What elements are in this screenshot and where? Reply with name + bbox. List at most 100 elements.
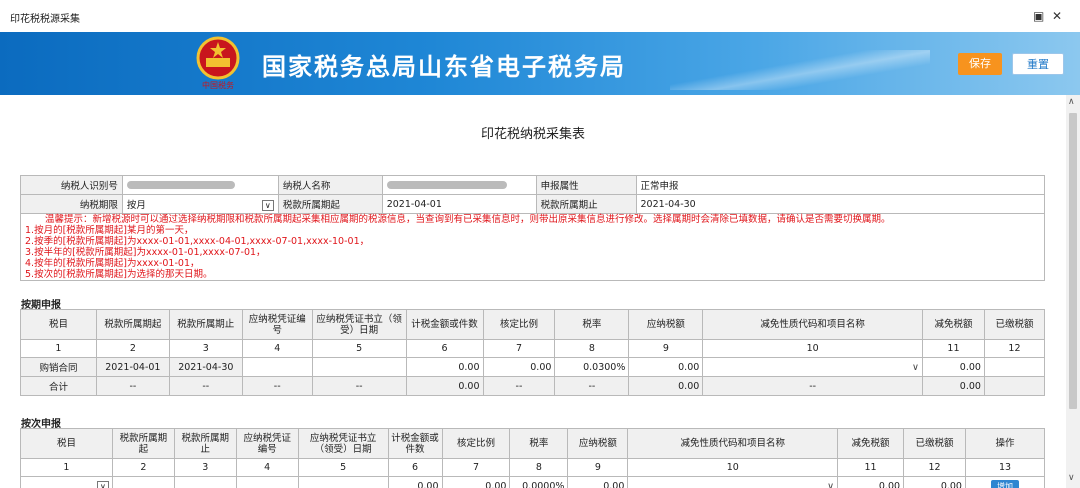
form-title: 印花税纳税采集表 xyxy=(480,127,585,142)
col-number: 4 xyxy=(235,458,299,477)
dash-cell: -- xyxy=(482,376,556,396)
period-label: 纳税期限 xyxy=(20,194,123,214)
taxpayer-name-value xyxy=(381,175,537,195)
dash-cell: -- xyxy=(702,376,923,396)
reset-button[interactable]: 重置 xyxy=(1012,53,1064,75)
col-number: 12 xyxy=(903,458,966,477)
total-relief: 0.00 xyxy=(922,376,985,396)
col-header: 应纳税凭证编号 xyxy=(235,428,299,459)
ratio-input[interactable]: 0.00 xyxy=(441,476,511,488)
item-select[interactable]: ∨ xyxy=(20,476,113,488)
chevron-down-icon[interactable]: ∨ xyxy=(96,480,109,488)
col-number: 13 xyxy=(964,458,1046,477)
voucher-number-input[interactable] xyxy=(235,476,299,488)
col-number: 7 xyxy=(441,458,511,477)
start-label: 税款所属期起 xyxy=(277,194,383,214)
scroll-down-icon[interactable]: ∨ xyxy=(1068,473,1075,483)
close-icon[interactable]: ✕ xyxy=(1052,9,1062,23)
periodic-header-row: 税目 税款所属期起 税款所属期止 应纳税凭证编号 应纳税凭证书立（领受）日期 计… xyxy=(20,309,1046,340)
start-date-input[interactable] xyxy=(111,476,175,488)
great-wall-decoration xyxy=(670,50,930,90)
col-header: 税目 xyxy=(20,428,113,459)
notice-line: 5.按次的[税款所属期起]为选择的那天日期。 xyxy=(25,269,213,280)
col-header: 计税金额或件数 xyxy=(387,428,443,459)
form-content: 印花税纳税采集表 纳税人识别号 纳税人名称 申报属性 正常申报 纳税期限 按月 ∨… xyxy=(0,95,1066,488)
col-header: 减免性质代码和项目名称 xyxy=(627,428,839,459)
relief-code-select[interactable]: ∨ xyxy=(627,476,839,488)
window-titlebar: 印花税税源采集 ▣ ✕ xyxy=(0,0,1080,32)
col-header: 税款所属期起 xyxy=(111,428,175,459)
total-tax: 0.00 xyxy=(628,376,704,396)
relief-code-select[interactable]: ∨ xyxy=(702,357,923,377)
col-number: 1 xyxy=(20,458,113,477)
col-header: 已缴税额 xyxy=(903,428,966,459)
paid-amount-input[interactable] xyxy=(983,357,1046,377)
period-select-value: 按月 xyxy=(126,200,146,211)
col-header: 税率 xyxy=(509,428,569,459)
taxpayer-info-table: 纳税人识别号 纳税人名称 申报属性 正常申报 纳税期限 按月 ∨ 税款所属期起 2… xyxy=(20,175,1046,281)
chevron-down-icon[interactable]: ∨ xyxy=(912,362,919,373)
vertical-scrollbar[interactable]: ∧ ∨ xyxy=(1066,95,1080,488)
rate-cell: 0.0300% xyxy=(554,357,630,377)
col-number: 11 xyxy=(837,458,905,477)
save-button[interactable]: 保存 xyxy=(958,53,1002,75)
notice-line: 2.按季的[税款所属期起]为xxxx-01-01,xxxx-04-01,xxxx… xyxy=(25,236,370,247)
col-number: 2 xyxy=(95,339,170,358)
taxpayer-name-label: 纳税人名称 xyxy=(277,175,383,195)
col-header: 税目 xyxy=(20,309,97,340)
voucher-number-input[interactable] xyxy=(241,357,313,377)
col-number: 10 xyxy=(627,458,839,477)
col-header: 已缴税额 xyxy=(983,309,1046,340)
table-row: 购销合同 2021-04-01 2021-04-30 0.00 0.00 0.0… xyxy=(20,357,1046,377)
col-number: 10 xyxy=(702,339,923,358)
col-number: 6 xyxy=(405,339,484,358)
col-header: 计税金额或件数 xyxy=(405,309,484,340)
relief-amount-input[interactable]: 0.00 xyxy=(837,476,905,488)
scroll-up-icon[interactable]: ∧ xyxy=(1068,97,1075,107)
national-emblem-icon: 中国税务 xyxy=(196,36,240,90)
col-header: 操作 xyxy=(964,428,1046,459)
end-date-input[interactable] xyxy=(173,476,237,488)
notice-line: 1.按月的[税款所属期起]某月的第一天， xyxy=(25,225,194,236)
col-header: 减免税额 xyxy=(837,428,905,459)
rate-cell: 0.0000% xyxy=(509,476,569,488)
per-time-table: 税目 税款所属期起 税款所属期止 应纳税凭证编号 应纳税凭证书立（领受）日期 计… xyxy=(20,428,1046,488)
dash-cell: -- xyxy=(168,376,243,396)
chevron-down-icon[interactable]: ∨ xyxy=(827,481,834,488)
col-number: 5 xyxy=(311,339,407,358)
col-number: 9 xyxy=(567,458,629,477)
dash-cell: -- xyxy=(554,376,630,396)
notice-line: 温馨提示：新增税源时可以通过选择纳税期限和税款所属期起采集相应属期的税源信息，当… xyxy=(45,214,891,225)
add-row-button[interactable]: 增加 xyxy=(990,479,1019,488)
col-number: 4 xyxy=(241,339,313,358)
period-select[interactable]: 按月 ∨ xyxy=(121,194,279,214)
declare-attr-label: 申报属性 xyxy=(535,175,637,195)
col-number: 3 xyxy=(168,339,243,358)
header-banner: 中国税务 国家税务总局山东省电子税务局 保存 重置 xyxy=(0,32,1080,95)
taxpayer-id-value xyxy=(121,175,279,195)
scrollbar-thumb[interactable] xyxy=(1069,113,1077,409)
amount-input[interactable]: 0.00 xyxy=(405,357,484,377)
restore-icon[interactable]: ▣ xyxy=(1033,9,1044,23)
dash-cell: -- xyxy=(95,376,170,396)
redacted-mask xyxy=(126,181,235,189)
col-header: 应纳税凭证编号 xyxy=(241,309,313,340)
col-number: 8 xyxy=(554,339,630,358)
col-number: 1 xyxy=(20,339,97,358)
col-header: 应纳税额 xyxy=(628,309,704,340)
column-number-row: 1 2 3 4 5 6 7 8 9 10 11 12 xyxy=(20,339,1046,358)
notice-line: 4.按年的[税款所属期起]为xxxx-01-01， xyxy=(25,258,200,269)
declare-attr-value: 正常申报 xyxy=(635,175,1046,195)
paid-amount-input[interactable]: 0.00 xyxy=(903,476,966,488)
dash-cell: -- xyxy=(311,376,407,396)
voucher-date-input[interactable] xyxy=(297,476,389,488)
voucher-date-input[interactable] xyxy=(311,357,407,377)
relief-amount-input[interactable]: 0.00 xyxy=(922,357,985,377)
col-header: 核定比例 xyxy=(441,428,511,459)
col-number: 8 xyxy=(509,458,569,477)
start-date-input[interactable]: 2021-04-01 xyxy=(381,194,537,214)
total-paid xyxy=(983,376,1046,396)
ratio-input[interactable]: 0.00 xyxy=(482,357,556,377)
amount-input[interactable]: 0.00 xyxy=(387,476,443,488)
chevron-down-icon[interactable]: ∨ xyxy=(261,200,274,211)
